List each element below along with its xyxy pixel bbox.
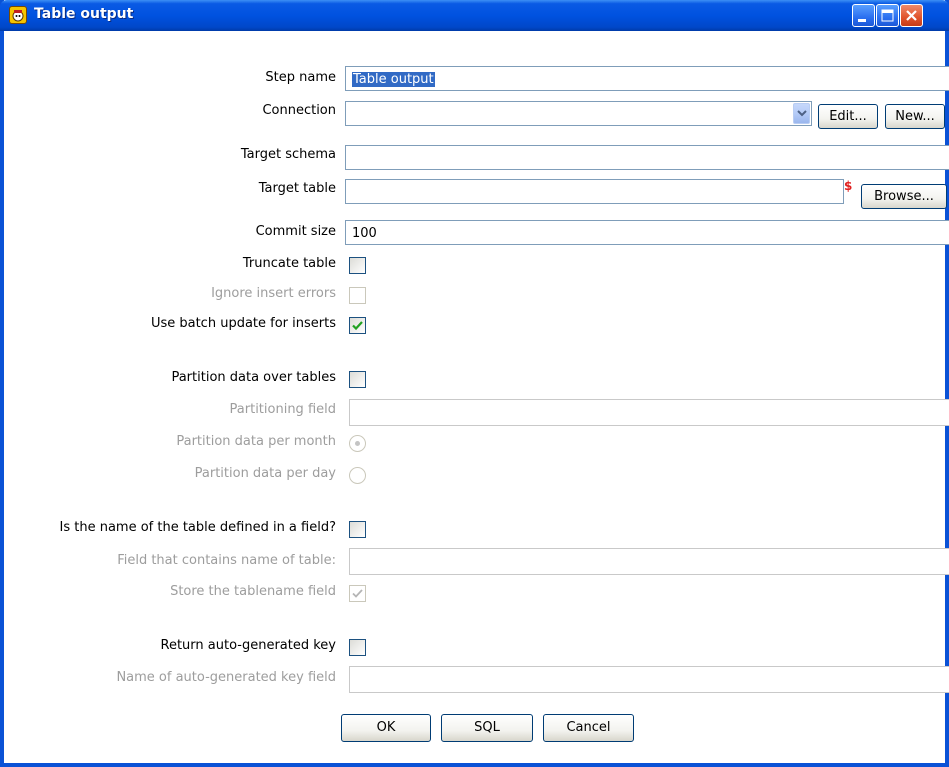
maximize-icon: [881, 9, 894, 22]
truncate-table-label: Truncate table: [242, 256, 336, 271]
return-auto-key-checkbox[interactable]: [349, 639, 366, 656]
partition-data-checkbox[interactable]: [349, 371, 366, 388]
target-schema-input[interactable]: [345, 145, 949, 170]
commit-size-value: 100: [352, 226, 377, 241]
variable-indicator-icon: $: [844, 179, 853, 193]
partitioning-field-label: Partitioning field: [229, 402, 336, 417]
return-auto-key-label: Return auto-generated key: [160, 638, 337, 653]
batch-update-label: Use batch update for inserts: [150, 316, 336, 331]
connection-label: Connection: [262, 103, 336, 118]
ignore-insert-errors-checkbox[interactable]: [349, 287, 366, 304]
ok-button[interactable]: OK: [341, 714, 431, 742]
sql-button[interactable]: SQL: [441, 714, 533, 742]
commit-size-label: Commit size: [255, 224, 336, 239]
partitioning-field-input[interactable]: [349, 399, 949, 426]
dropdown-button[interactable]: [793, 103, 810, 124]
truncate-table-checkbox[interactable]: [349, 257, 366, 274]
partition-day-radio[interactable]: [349, 467, 366, 484]
step-name-input[interactable]: Table output: [345, 66, 949, 91]
partition-month-label: Partition data per month: [176, 434, 336, 449]
close-icon: [906, 10, 917, 21]
ignore-insert-errors-label: Ignore insert errors: [211, 286, 336, 301]
table-output-dialog: Table output Step name Table output Conn…: [0, 0, 949, 767]
step-name-value: Table output: [352, 72, 435, 87]
auto-key-field-input[interactable]: [349, 666, 949, 693]
target-table-label: Target table: [258, 181, 336, 196]
table-name-in-field-checkbox[interactable]: [349, 521, 366, 538]
minimize-icon: [858, 19, 866, 22]
radio-dot: [355, 441, 360, 446]
partition-month-radio[interactable]: [349, 435, 366, 452]
checkmark-icon: [352, 321, 363, 331]
table-name-in-field-label: Is the name of the table defined in a fi…: [59, 520, 337, 535]
table-name-field-label: Field that contains name of table:: [117, 553, 336, 568]
spoon-app-icon: [9, 6, 27, 24]
store-tablename-label: Store the tablename field: [170, 584, 336, 599]
step-name-label: Step name: [265, 70, 336, 85]
target-table-input[interactable]: [345, 179, 844, 204]
target-schema-label: Target schema: [240, 147, 336, 162]
partition-day-label: Partition data per day: [194, 466, 336, 481]
store-tablename-checkbox[interactable]: [349, 585, 366, 602]
edit-connection-button[interactable]: Edit...: [818, 104, 878, 129]
browse-button[interactable]: Browse...: [861, 184, 947, 209]
connection-select[interactable]: [345, 101, 812, 126]
commit-size-input[interactable]: 100: [345, 220, 949, 245]
auto-key-field-label: Name of auto-generated key field: [116, 670, 336, 685]
window-title: Table output: [34, 6, 134, 22]
partition-data-label: Partition data over tables: [171, 370, 336, 385]
title-bar[interactable]: Table output: [0, 0, 949, 31]
cancel-button[interactable]: Cancel: [543, 714, 634, 742]
close-button[interactable]: [900, 4, 923, 27]
minimize-button[interactable]: [852, 4, 875, 27]
table-name-field-input[interactable]: [349, 548, 949, 575]
chevron-down-icon: [797, 110, 807, 117]
batch-update-checkbox[interactable]: [349, 317, 366, 334]
new-connection-button[interactable]: New...: [885, 104, 945, 129]
checkmark-icon: [352, 589, 363, 598]
maximize-button[interactable]: [876, 4, 899, 27]
